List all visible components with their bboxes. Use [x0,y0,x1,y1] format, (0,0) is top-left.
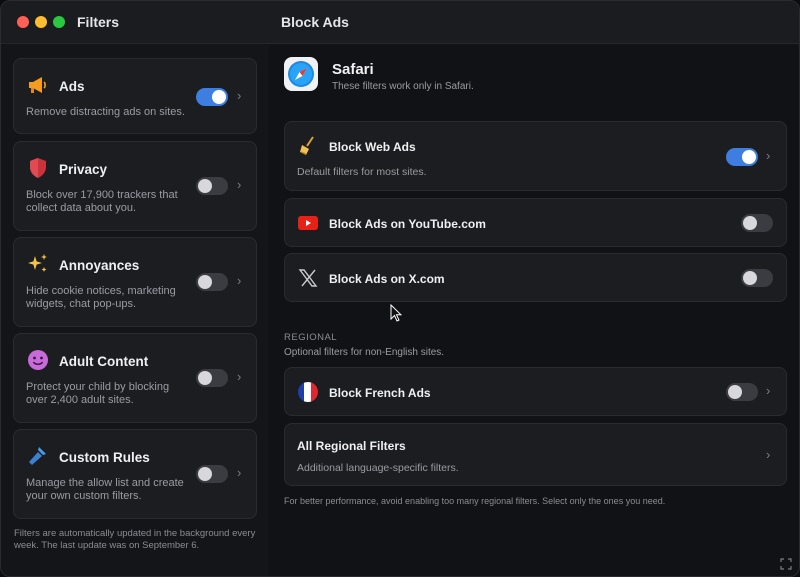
sidebar-item-description: Protect your child by blocking over 2,40… [26,381,170,406]
adult-content-toggle[interactable] [196,369,228,387]
filter-title: Block Ads on YouTube.com [329,217,486,231]
filter-title: Block Ads on X.com [329,272,445,286]
regional-footer-note: For better performance, avoid enabling t… [284,496,666,506]
chevron-right-icon: › [766,148,771,163]
hammer-icon [26,444,50,468]
sidebar-item-custom-rules[interactable]: Custom Rules Manage the allow list and c… [13,429,257,519]
mouse-cursor-icon [390,303,403,322]
sidebar-item-privacy[interactable]: Privacy Block over 17,900 trackers that … [13,141,257,231]
regional-section-heading: REGIONAL [284,332,338,343]
block-youtube-ads-toggle[interactable] [741,214,773,232]
app-window: Filters Block Ads Ads Remove distracting… [0,0,800,577]
sidebar-footer-note: Filters are automatically updated in the… [14,528,256,551]
privacy-toggle[interactable] [196,177,228,195]
block-web-ads-toggle[interactable] [726,148,758,166]
filter-block-youtube-ads[interactable]: Block Ads on YouTube.com [284,198,787,247]
sidebar-title: Filters [77,14,120,30]
minimize-window-button[interactable] [35,16,47,28]
french-flag-icon [297,381,319,403]
sidebar-item-description: Block over 17,900 trackers that collect … [26,189,178,214]
chevron-right-icon: › [237,273,242,288]
chevron-right-icon: › [237,177,242,192]
x-logo-icon [297,267,319,289]
sidebar-item-title: Privacy [59,162,108,177]
page-title: Block Ads [281,14,349,30]
close-window-button[interactable] [17,16,29,28]
sidebar-item-title: Custom Rules [59,450,150,465]
chevron-right-icon: › [237,465,242,480]
block-french-ads-toggle[interactable] [726,383,758,401]
filter-title: Block Web Ads [329,140,416,154]
sidebar-item-adult-content[interactable]: Adult Content Protect your child by bloc… [13,333,257,423]
chevron-right-icon: › [766,383,771,398]
safari-compass-icon [284,57,318,91]
sidebar-item-title: Adult Content [59,354,149,369]
all-regional-filters-row[interactable]: All Regional Filters Additional language… [284,423,787,486]
filter-block-web-ads[interactable]: Block Web Ads Default filters for most s… [284,121,787,191]
annoyances-toggle[interactable] [196,273,228,291]
smiley-icon [26,348,50,372]
ads-toggle[interactable] [196,88,228,106]
browser-name: Safari [332,61,374,78]
zoom-window-button[interactable] [53,16,65,28]
sidebar-item-description: Hide cookie notices, marketing widgets, … [26,285,176,310]
sidebar-item-annoyances[interactable]: Annoyances Hide cookie notices, marketin… [13,237,257,327]
youtube-icon [297,212,319,234]
browser-subtitle: These filters work only in Safari. [332,81,474,92]
all-regional-filters-description: Additional language-specific filters. [297,462,459,474]
filter-block-french-ads[interactable]: Block French Ads › [284,367,787,416]
chevron-right-icon: › [766,447,771,462]
sparkles-icon [26,252,50,276]
chevron-right-icon: › [237,369,242,384]
chevron-right-icon: › [237,88,242,103]
block-x-ads-toggle[interactable] [741,269,773,287]
all-regional-filters-title: All Regional Filters [297,439,406,453]
megaphone-icon [26,73,50,97]
broom-icon [297,135,319,157]
sidebar-item-description: Manage the allow list and create your ow… [26,477,184,502]
main-panel: Safari These filters work only in Safari… [269,45,799,576]
sidebar: Ads Remove distracting ads on sites. › P… [1,45,269,576]
shield-icon [26,156,50,180]
title-bar: Filters Block Ads [1,1,799,44]
filter-description: Default filters for most sites. [297,166,427,178]
sidebar-item-title: Annoyances [59,258,140,273]
sidebar-item-ads[interactable]: Ads Remove distracting ads on sites. › [13,58,257,134]
regional-section-subtitle: Optional filters for non-English sites. [284,347,445,358]
sidebar-item-title: Ads [59,79,85,94]
filter-title: Block French Ads [329,386,431,400]
filter-block-x-ads[interactable]: Block Ads on X.com [284,253,787,302]
custom-rules-toggle[interactable] [196,465,228,483]
expand-icon[interactable] [780,558,792,573]
sidebar-item-description: Remove distracting ads on sites. [26,106,185,118]
